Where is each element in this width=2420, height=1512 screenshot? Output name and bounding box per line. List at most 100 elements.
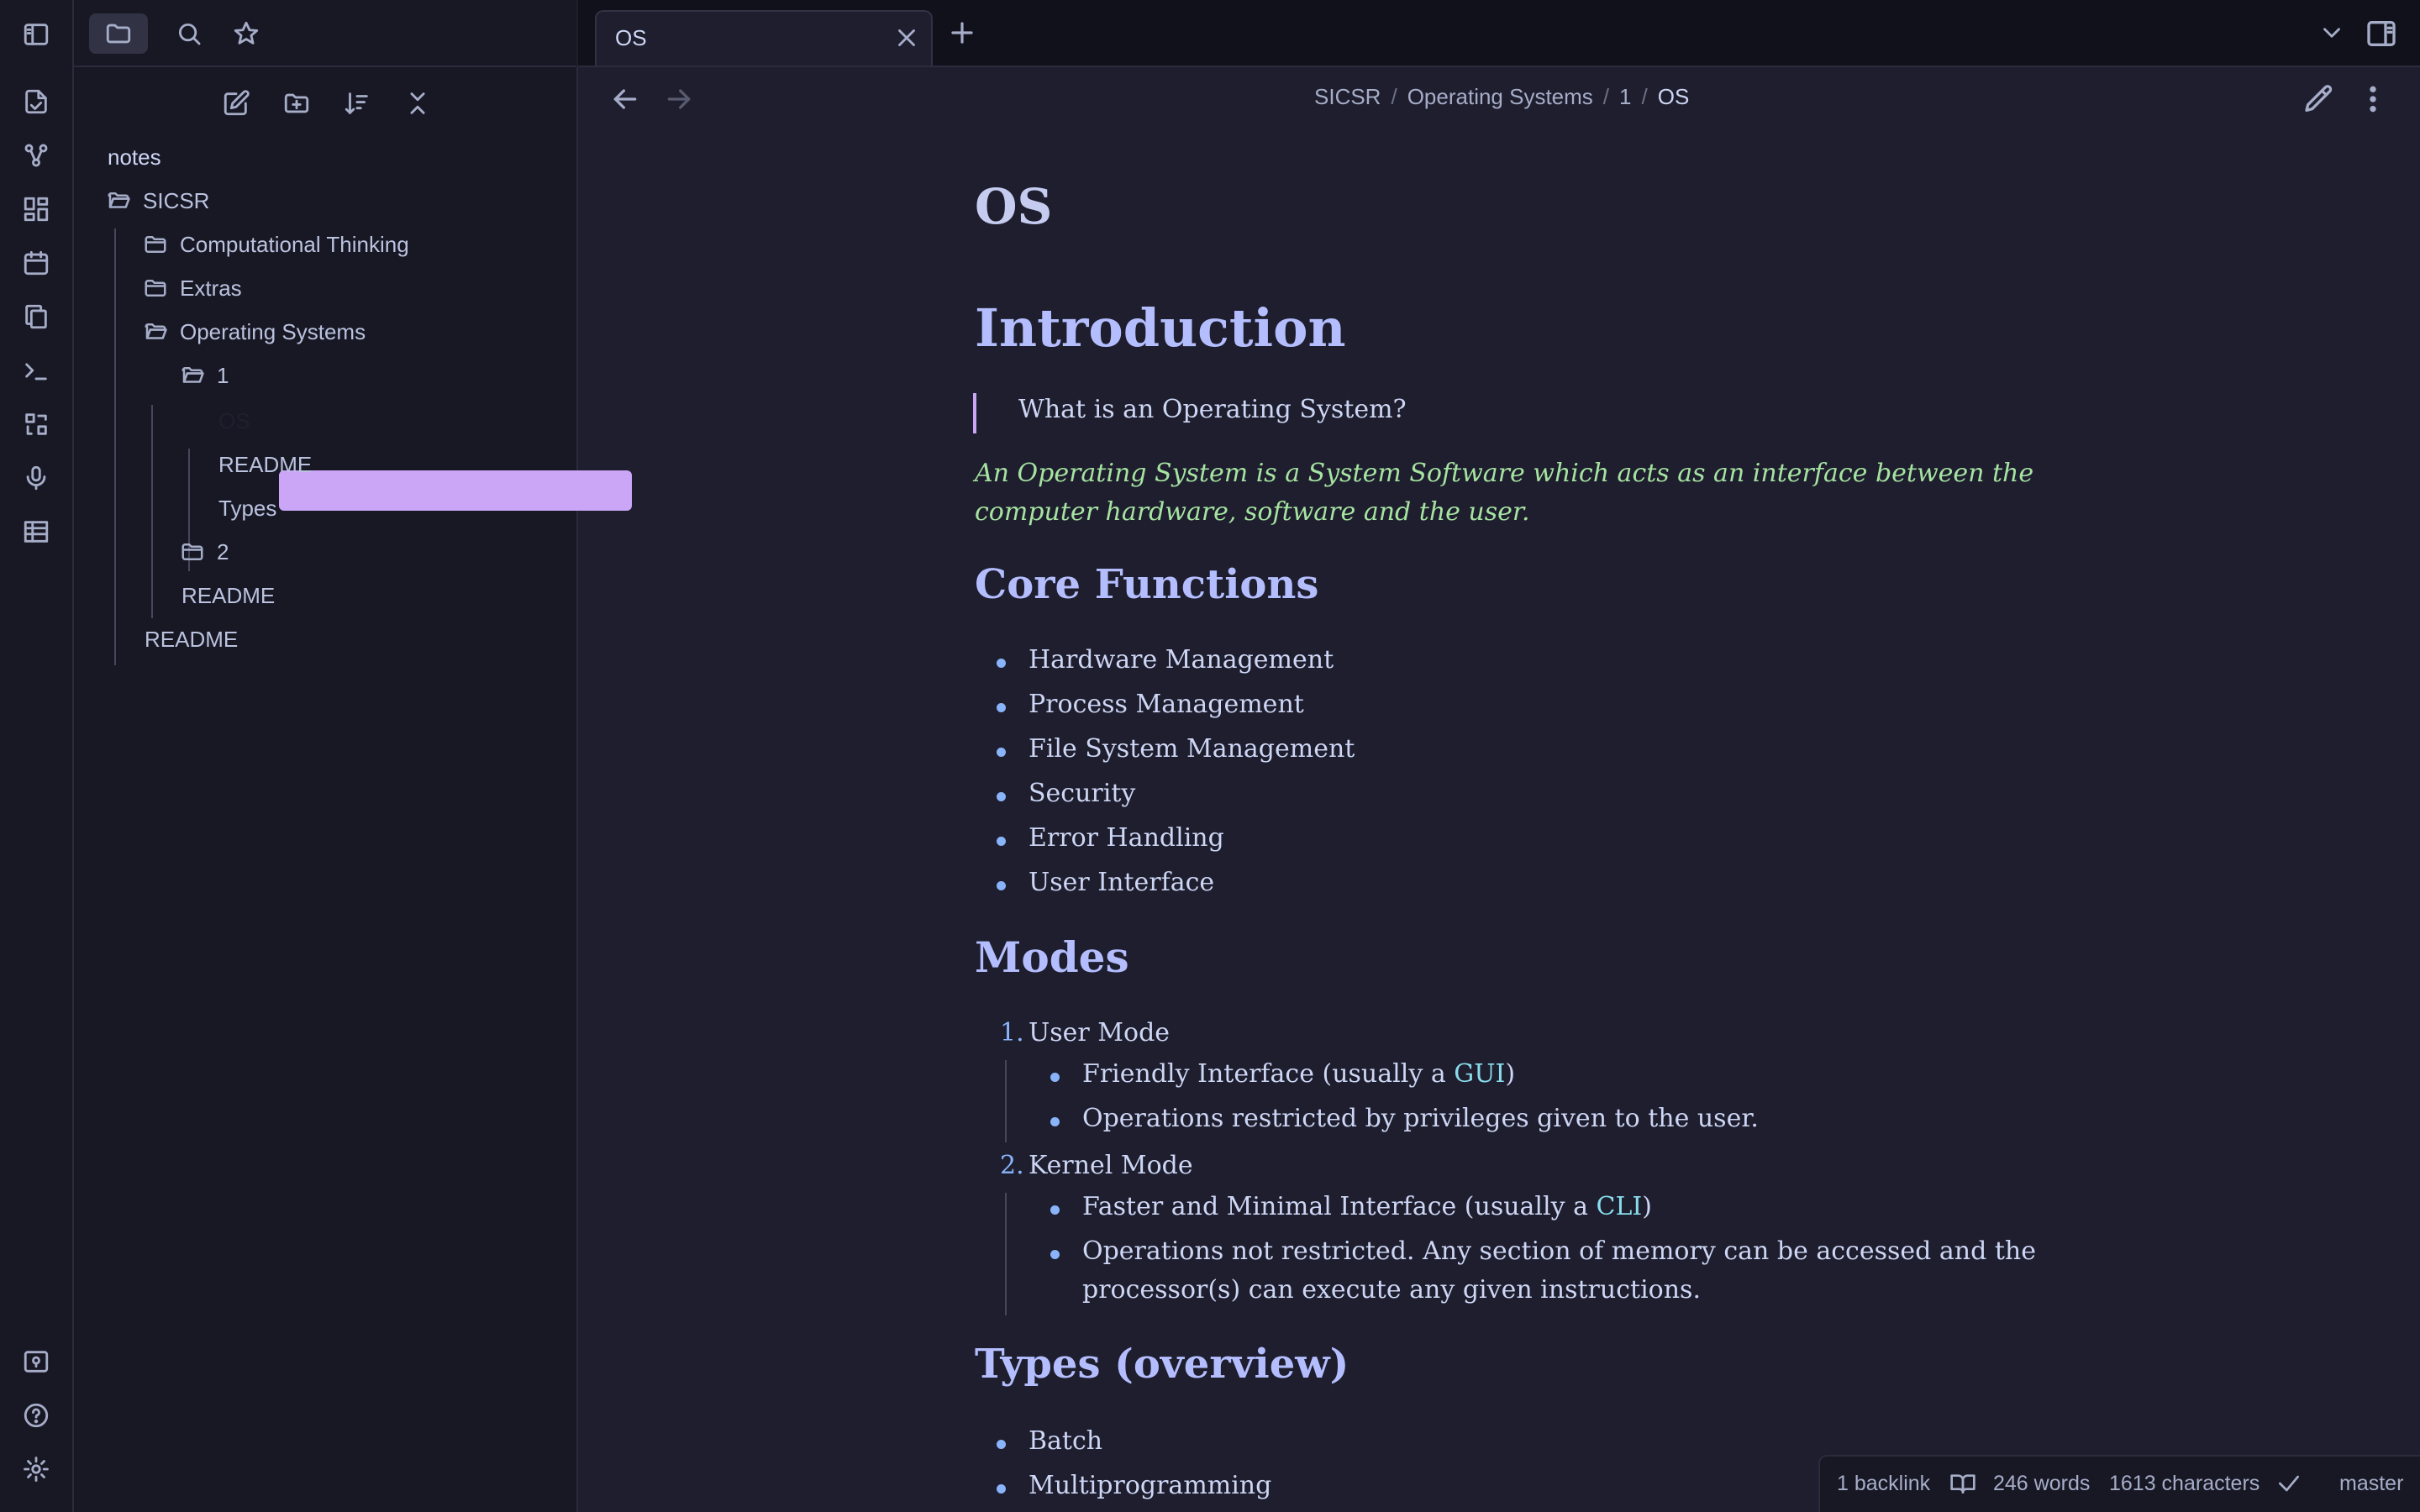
list-indent-guide: [1005, 1060, 1007, 1142]
list-item: Operations restricted by privileges give…: [1082, 1104, 1759, 1133]
tree-folder-computational-thinking[interactable]: Computational Thinking: [143, 225, 409, 264]
pencil-icon[interactable]: [2302, 82, 2336, 116]
internal-link-cli[interactable]: CLI: [1597, 1192, 1643, 1221]
graph-view-icon[interactable]: [18, 138, 54, 173]
definition-text: computer hardware, software and the user…: [975, 497, 1530, 527]
list-item: Operations not restricted. Any section o…: [1082, 1236, 2036, 1266]
search-icon: [178, 23, 201, 45]
list-item: File System Management: [1028, 734, 1355, 764]
list-item-text: Faster and Minimal Interface (usually a: [1082, 1192, 1597, 1221]
sort-icon: [345, 92, 368, 114]
breadcrumb-item[interactable]: SICSR: [1314, 84, 1381, 109]
tree-file-readme[interactable]: README: [218, 445, 312, 484]
list-item: Faster and Minimal Interface (usually a …: [1082, 1192, 1652, 1221]
star-icon: [234, 21, 259, 45]
tree-file-types[interactable]: Types: [218, 489, 276, 528]
vault-name[interactable]: notes: [108, 138, 161, 176]
internal-link-gui[interactable]: GUI: [1454, 1059, 1505, 1089]
folder-icon: [106, 188, 131, 213]
vault-switcher-icon[interactable]: [18, 1344, 54, 1379]
terminal-icon[interactable]: [18, 353, 54, 388]
tree-file-readme[interactable]: README: [182, 576, 275, 615]
bullet: [997, 748, 1006, 757]
search-tab[interactable]: [160, 13, 218, 54]
new-note-button[interactable]: [217, 84, 255, 123]
tree-item-label: README: [145, 626, 239, 652]
bullet: [997, 1440, 1006, 1449]
table-icon[interactable]: [18, 514, 54, 549]
tree-folder-1[interactable]: 1: [180, 356, 229, 395]
plus-icon[interactable]: [946, 17, 978, 49]
list-item-text: ): [1505, 1059, 1516, 1089]
blockquote-text: What is an Operating System?: [1018, 395, 1407, 424]
heading-introduction: Introduction: [975, 297, 1346, 359]
git-branch[interactable]: master: [2339, 1472, 2403, 1496]
sidebar-header: [74, 0, 576, 67]
bullet: [997, 792, 1006, 801]
list-item: Multiprogramming: [1028, 1471, 1272, 1500]
folder-icon: [180, 539, 205, 564]
tree-item-label: Operating Systems: [180, 318, 366, 344]
list-item: User Mode: [1028, 1018, 1171, 1047]
folder-icon: [143, 276, 168, 301]
check-icon[interactable]: [2275, 1470, 2302, 1497]
tab-os[interactable]: OS: [595, 10, 933, 66]
folder-open-icon: [143, 319, 168, 344]
collapse-icon: [410, 92, 425, 114]
breadcrumb-current[interactable]: OS: [1658, 84, 1690, 109]
bullet: [1050, 1250, 1060, 1259]
bullet: [1050, 1117, 1060, 1126]
breadcrumb-item[interactable]: Operating Systems: [1407, 84, 1593, 109]
canvas-icon[interactable]: [18, 192, 54, 227]
tree-item-label: README: [218, 451, 313, 477]
heading-modes: Modes: [975, 932, 1129, 982]
tab-title: OS: [615, 25, 647, 50]
blockquote-bar: [973, 393, 976, 433]
more-options-icon[interactable]: [2356, 82, 2390, 116]
sort-button[interactable]: [338, 84, 376, 123]
tab-bar: OS: [578, 0, 2420, 67]
list-item: User Interface: [1028, 868, 1215, 897]
new-folder-button[interactable]: [277, 84, 316, 123]
list-number: 1.: [1000, 1018, 1024, 1047]
open-quick-switcher-icon[interactable]: [18, 84, 54, 119]
calendar-icon[interactable]: [18, 245, 54, 281]
bullet: [997, 881, 1006, 890]
toggle-right-sidebar-icon[interactable]: [2365, 17, 2398, 50]
command-palette-icon[interactable]: [18, 407, 54, 442]
tree-file-readme[interactable]: README: [145, 620, 238, 659]
bullet: [1050, 1073, 1060, 1082]
tree-folder-2[interactable]: 2: [180, 533, 229, 571]
list-item: Error Handling: [1028, 823, 1224, 853]
list-indent-guide: [1005, 1193, 1007, 1315]
bookmarks-tab[interactable]: [217, 13, 276, 54]
tree-folder-extras[interactable]: Extras: [143, 269, 242, 307]
settings-gear-icon[interactable]: [18, 1452, 54, 1487]
breadcrumb-item[interactable]: 1: [1619, 84, 1631, 109]
help-icon[interactable]: [18, 1398, 54, 1433]
reading-book-icon[interactable]: [1949, 1470, 1976, 1497]
heading-types-overview: Types (overview): [975, 1341, 1349, 1388]
bullet: [1050, 1205, 1060, 1215]
active-file-highlight: [279, 470, 632, 511]
breadcrumb-separator: /: [1602, 84, 1610, 109]
breadcrumb-separator: /: [1641, 84, 1648, 109]
tree-folder-operating-systems[interactable]: Operating Systems: [143, 312, 366, 351]
chevron-down-icon[interactable]: [2317, 18, 2346, 47]
collapse-all-button[interactable]: [398, 84, 437, 123]
templates-icon[interactable]: [18, 299, 54, 334]
backlinks-count[interactable]: 1 backlink: [1837, 1472, 1930, 1496]
bullet: [997, 837, 1006, 846]
folder-plus-icon: [284, 93, 309, 113]
toggle-left-sidebar-icon[interactable]: [18, 17, 54, 52]
tree-folder-sicsr[interactable]: SICSR: [106, 181, 209, 220]
microphone-icon[interactable]: [18, 460, 54, 496]
tree-file-os[interactable]: OS: [218, 402, 250, 440]
close-icon[interactable]: [892, 24, 921, 52]
arrow-right-icon[interactable]: [662, 82, 696, 116]
tree-item-label: 2: [217, 538, 229, 564]
file-explorer-tab[interactable]: [89, 13, 148, 54]
definition-text: An Operating System is a System Software…: [975, 459, 2034, 488]
list-item: Hardware Management: [1028, 645, 1334, 675]
arrow-left-icon[interactable]: [608, 82, 642, 116]
